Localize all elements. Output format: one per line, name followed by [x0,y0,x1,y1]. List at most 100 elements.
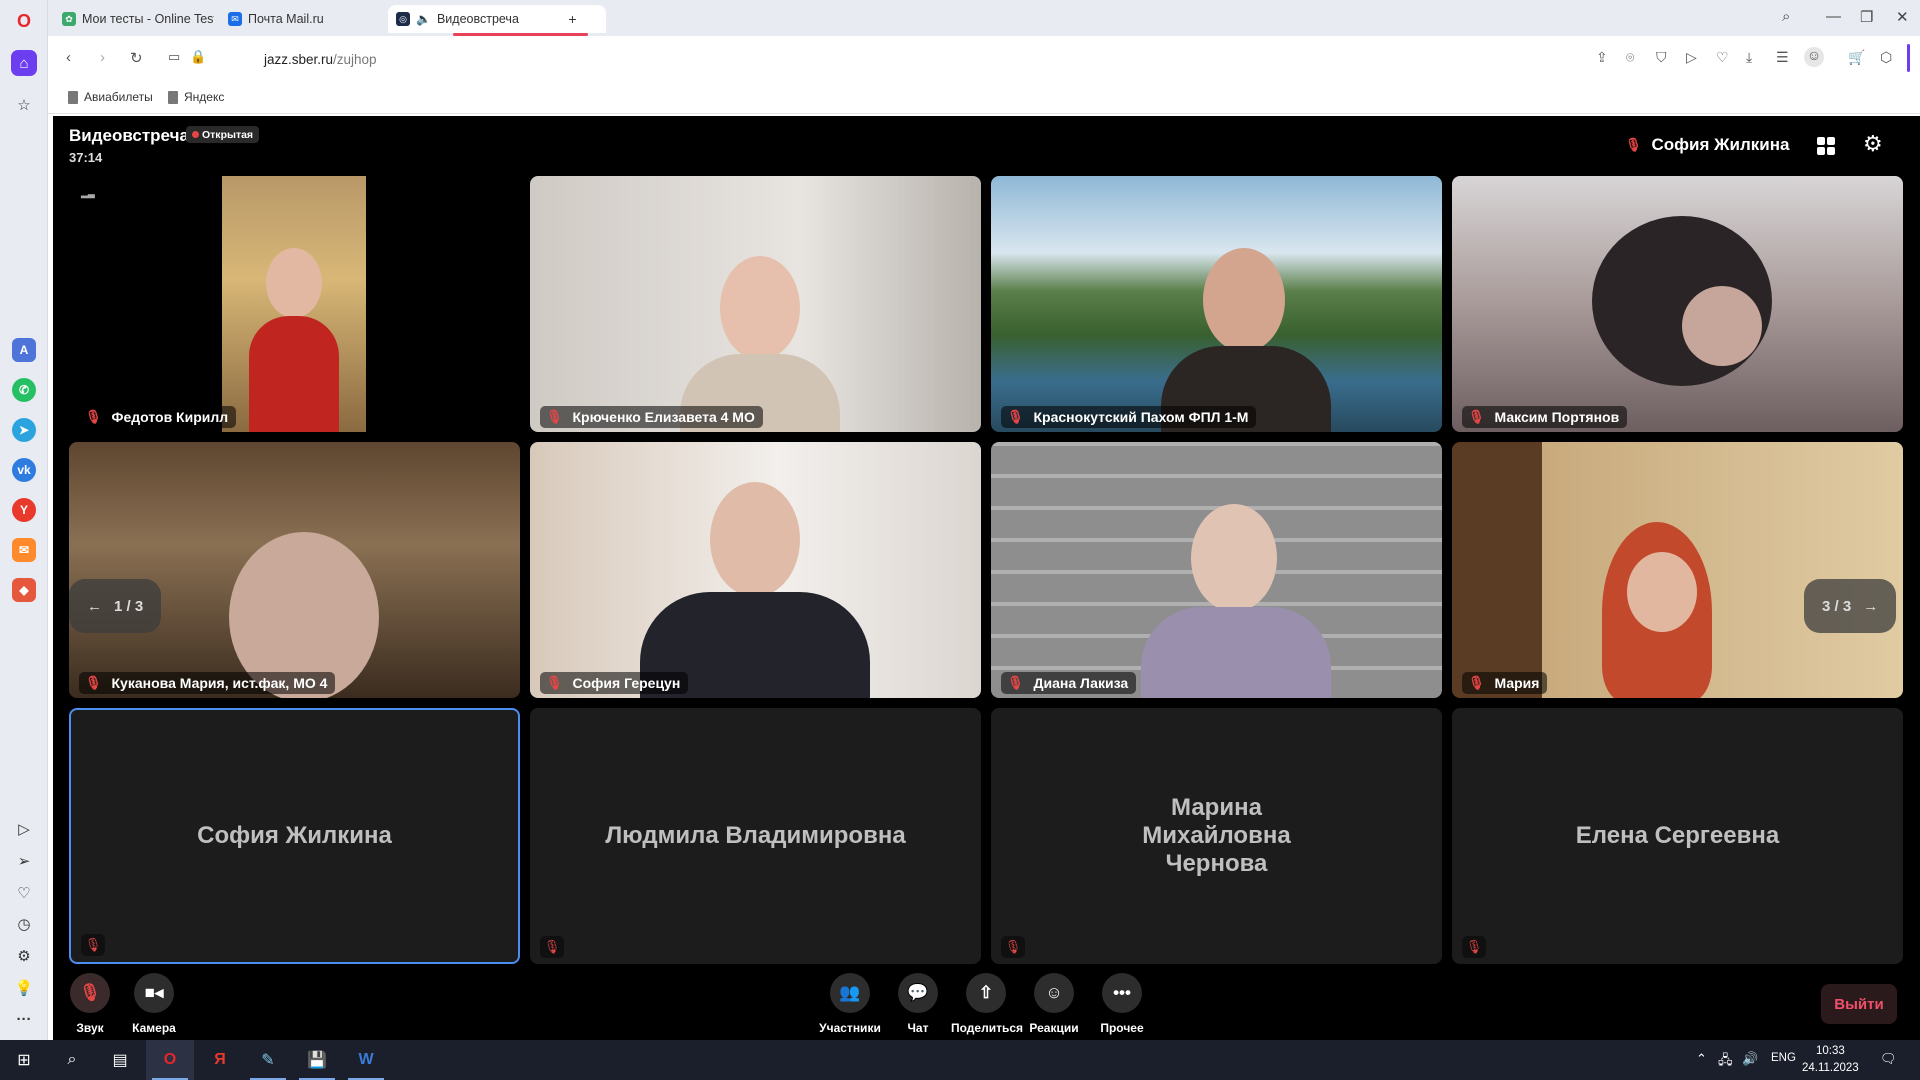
participant-face [266,248,322,318]
more-button[interactable]: ••• Прочее [1087,973,1157,1035]
participant-tile[interactable]: 🎙︎ София Герецун [530,442,981,698]
home-icon[interactable]: ⌂ [11,50,37,76]
notepad-icon[interactable]: ✎ [244,1040,292,1080]
participant-face [1627,552,1697,632]
opera-logo-icon[interactable]: O [11,8,37,34]
mail-icon: ✉ [228,12,242,26]
sound-label: Звук [76,1021,104,1035]
participant-tile[interactable]: ▂▃ 🎙︎ Федотов Кирилл [69,176,520,432]
leave-button[interactable]: Выйти [1821,984,1897,1024]
forward-icon[interactable]: › [100,49,105,66]
easy-setup-icon[interactable]: ☰ [1776,49,1789,66]
shield-icon[interactable]: ⛉ [1656,49,1667,66]
games-icon[interactable]: ◆ [12,578,36,602]
participants-button[interactable]: 👥 Участники [815,973,885,1035]
bookmark-yandex[interactable]: Яндекс [168,90,224,104]
new-tab-button[interactable]: + [564,10,581,27]
camera-button[interactable]: ■◂ Камера [119,973,189,1035]
participant-tile[interactable]: 3 / 3 → 🎙︎ Мария [1452,442,1903,698]
vk-icon[interactable]: vk [12,458,36,482]
heart-outline-icon[interactable]: ♡ [1716,49,1729,66]
pager-next-button[interactable]: 3 / 3 → [1804,579,1897,633]
search-tabs-icon[interactable]: ⌕ [1782,8,1790,25]
participant-tile[interactable]: Марина Михайловна Чернова 🎙︎ [991,708,1442,964]
play-icon[interactable]: ▷ [1686,49,1697,66]
participant-face [1191,504,1277,612]
opera-taskbar-icon[interactable]: O [146,1040,194,1080]
participant-face [710,482,800,597]
sidebar-toggle[interactable] [1907,44,1910,72]
chat-button[interactable]: 💬 Чат [883,973,953,1035]
task-view-icon[interactable]: ▤ [96,1040,144,1080]
participant-tile[interactable]: 🎙︎ Диана Лакиза [991,442,1442,698]
participant-name: Куканова Мария, ист.фак, МО 4 [111,675,328,691]
tray-chevron-icon[interactable]: ⌃ [1696,1051,1707,1067]
cast-icon[interactable]: ▭ [168,49,180,65]
active-speaker-name: София Жилкина [1651,135,1790,154]
settings-gear-icon[interactable]: ⚙ [1863,131,1883,157]
share-button[interactable]: ⇧ Поделиться [951,973,1023,1035]
network-icon[interactable]: 🖧 [1718,1051,1733,1073]
url-field[interactable]: jazz.sber.ru/zujhop [264,52,377,67]
heart-icon[interactable]: ♡ [11,880,37,906]
bookmarks-bar: Авиабилеты Яндекс [48,80,1920,114]
notifications-icon[interactable]: 🗨 [1880,1051,1897,1067]
close-window-icon[interactable]: ✕ [1896,8,1909,26]
participant-tile[interactable]: ← 1 / 3 🎙︎ Куканова Мария, ист.фак, МО 4 [69,442,520,698]
history-icon[interactable]: ◷ [11,911,37,937]
clock[interactable]: 10:33 24.11.2023 [1802,1043,1859,1077]
box-icon[interactable]: ⬡ [1880,49,1892,66]
participant-placeholder-name: Марина Михайловна Чернова [1142,794,1291,877]
share-page-icon[interactable]: ⇪ [1596,49,1608,66]
windows-start-icon[interactable]: ⊞ [0,1040,48,1080]
mic-off-icon: 🎙︎ [1462,936,1486,958]
search-icon[interactable]: ⌕ [48,1040,96,1080]
yandex-icon[interactable]: Y [12,498,36,522]
camera-snapshot-icon[interactable]: ⌾ [1626,49,1634,66]
participant-tile[interactable]: София Жилкина 🎙︎ [69,708,520,964]
bookmark-aviabilety[interactable]: Авиабилеты [68,90,153,104]
yandex-browser-icon[interactable]: Я [196,1040,244,1080]
download-icon[interactable]: ⤓ [1746,49,1752,66]
more-dots-icon: ••• [1102,973,1142,1013]
pager-prev-button[interactable]: ← 1 / 3 [69,579,162,633]
tips-icon[interactable]: 💡 [11,975,37,1001]
minimize-icon[interactable]: — [1826,8,1841,25]
send-icon[interactable]: ➢ [11,848,37,874]
document-icon [68,90,78,104]
mic-off-icon: 🎙︎ [81,934,105,956]
restore-icon[interactable]: ❐ [1860,8,1873,26]
arrow-left-icon: ← [87,597,102,615]
settings-icon[interactable]: ⚙ [11,943,37,969]
player-icon[interactable]: ▷ [11,816,37,842]
reactions-button[interactable]: ☺ Реакции [1019,973,1089,1035]
star-icon[interactable]: ☆ [11,92,37,118]
windows-taskbar: ⊞ ⌕ ▤ O Я ✎ 💾 W ⌃ 🖧 🔊 ENG 10:33 24.11.202… [0,1040,1920,1080]
reload-icon[interactable]: ↻ [130,49,143,67]
participant-tile[interactable]: 🎙︎ Краснокутский Пахом ФПЛ 1-М [991,176,1442,432]
telegram-icon[interactable]: ➤ [12,418,36,442]
cart-icon[interactable]: 🛒 [1848,49,1865,66]
save-app-icon[interactable]: 💾 [293,1040,341,1080]
mail-app-icon[interactable]: ✉ [12,538,36,562]
tab-online-test[interactable]: ✿ Мои тесты - Online Test P [54,5,214,33]
more-label: Прочее [1100,1021,1144,1035]
grid-layout-icon[interactable] [1817,137,1835,155]
sound-button[interactable]: 🎙︎ Звук [55,973,125,1035]
participant-tile[interactable]: 🎙︎ Максим Портянов [1452,176,1903,432]
participant-tile[interactable]: Людмила Владимировна 🎙︎ [530,708,981,964]
mic-off-icon: 🎙︎ [1001,936,1025,958]
tab-mail[interactable]: ✉ Почта Mail.ru [220,5,380,33]
aria-icon[interactable]: A [12,338,36,362]
more-icon[interactable]: ··· [11,1006,37,1032]
whatsapp-icon[interactable]: ✆ [12,378,36,402]
back-icon[interactable]: ‹ [66,49,71,66]
word-icon[interactable]: W [342,1040,390,1080]
profile-icon[interactable]: ☺ [1804,47,1824,67]
reactions-label: Реакции [1029,1021,1079,1035]
participant-tile[interactable]: 🎙︎ Крюченко Елизавета 4 МО [530,176,981,432]
camera-label: Камера [132,1021,176,1035]
volume-icon[interactable]: 🔊 [1742,1051,1758,1067]
participant-tile[interactable]: Елена Сергеевна 🎙︎ [1452,708,1903,964]
language-indicator[interactable]: ENG [1771,1052,1796,1064]
